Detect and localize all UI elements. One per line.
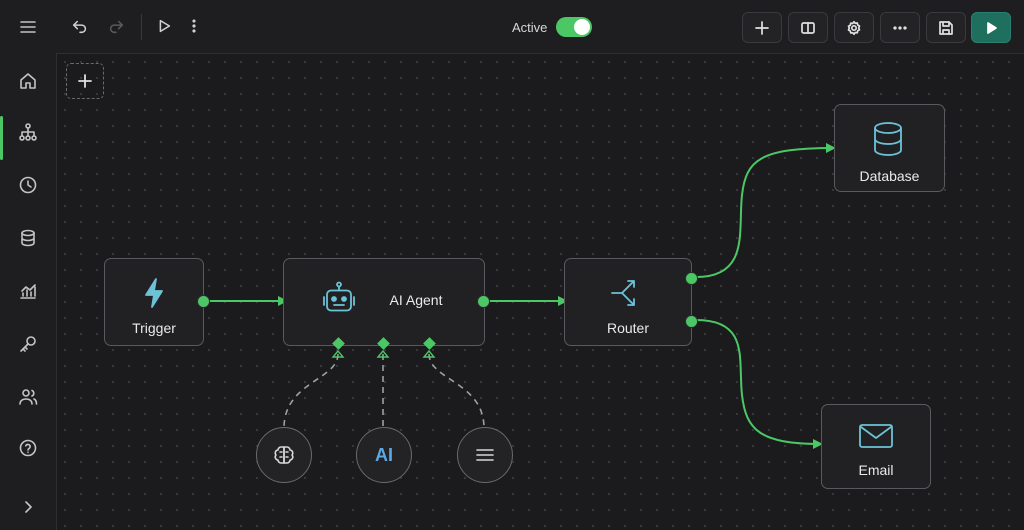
- more-vertical-icon: [192, 19, 196, 33]
- router-output-port-2[interactable]: [685, 315, 698, 328]
- sidebar-item-users[interactable]: [0, 375, 56, 419]
- tool-memory[interactable]: [256, 427, 312, 483]
- sidebar-expand-button[interactable]: [0, 485, 56, 529]
- chevron-right-icon: [25, 501, 32, 513]
- sidebar-item-workflows[interactable]: [0, 110, 56, 160]
- sidebar-item-history[interactable]: [0, 163, 56, 207]
- clock-icon: [19, 176, 37, 194]
- more-button[interactable]: [880, 12, 920, 43]
- sidebar-item-home[interactable]: [0, 59, 56, 103]
- help-icon: [19, 439, 37, 457]
- workflows-icon: [19, 123, 37, 141]
- ai-model-label: AI: [375, 444, 393, 465]
- menu-button[interactable]: [0, 5, 56, 49]
- trigger-output-port[interactable]: [197, 295, 210, 308]
- sidebar-item-keys[interactable]: [0, 322, 56, 366]
- redo-icon: [109, 20, 124, 34]
- split-icon: [611, 280, 635, 306]
- sidebar-item-help[interactable]: [0, 426, 56, 470]
- node-trigger-label: Trigger: [132, 320, 176, 336]
- sidebar: [0, 0, 57, 530]
- node-email-label: Email: [858, 462, 894, 478]
- plus-icon: [78, 74, 92, 88]
- node-trigger[interactable]: Trigger: [104, 258, 204, 346]
- node-router[interactable]: Router: [564, 258, 692, 346]
- save-button[interactable]: [926, 12, 966, 43]
- node-router-label: Router: [606, 320, 650, 336]
- analytics-icon: [20, 284, 36, 299]
- undo-button[interactable]: [68, 14, 92, 38]
- toolbar-divider: [141, 14, 142, 40]
- play-icon: [987, 21, 997, 34]
- toolbar: Active: [56, 0, 1024, 54]
- redo-button[interactable]: [104, 14, 128, 38]
- gear-icon: [847, 20, 861, 35]
- sidebar-item-analytics[interactable]: [0, 269, 56, 313]
- agent-output-port[interactable]: [477, 295, 490, 308]
- save-icon: [939, 20, 953, 35]
- settings-button[interactable]: [834, 12, 874, 43]
- database-icon: [21, 229, 35, 247]
- tool-parser[interactable]: [457, 427, 513, 483]
- node-database-label: Database: [859, 168, 920, 184]
- home-icon: [20, 73, 36, 89]
- plus-icon: [755, 20, 769, 35]
- node-database[interactable]: Database: [834, 104, 945, 192]
- menu-lines-icon: [476, 449, 494, 461]
- node-ai-agent[interactable]: AI Agent: [283, 258, 485, 346]
- mail-icon: [859, 424, 893, 448]
- brain-icon: [274, 446, 294, 464]
- tool-model[interactable]: AI: [356, 427, 412, 483]
- key-icon: [20, 336, 36, 352]
- database-icon: [874, 122, 902, 156]
- play-step-button[interactable]: [152, 14, 176, 38]
- lightning-icon: [145, 278, 163, 308]
- add-button[interactable]: [742, 12, 782, 43]
- router-output-port-1[interactable]: [685, 272, 698, 285]
- more-horizontal-icon: [893, 25, 907, 30]
- active-label: Active: [512, 20, 548, 35]
- node-email[interactable]: Email: [821, 404, 931, 489]
- users-icon: [19, 389, 38, 405]
- split-view-button[interactable]: [788, 12, 828, 43]
- play-outline-icon: [159, 19, 171, 33]
- undo-icon: [72, 20, 87, 34]
- active-toggle[interactable]: [556, 17, 592, 37]
- columns-icon: [801, 21, 815, 34]
- run-button[interactable]: [971, 12, 1011, 43]
- more-vertical-button[interactable]: [182, 14, 206, 38]
- sidebar-item-database[interactable]: [0, 216, 56, 260]
- add-node-button[interactable]: [66, 63, 104, 99]
- hamburger-icon: [20, 21, 36, 33]
